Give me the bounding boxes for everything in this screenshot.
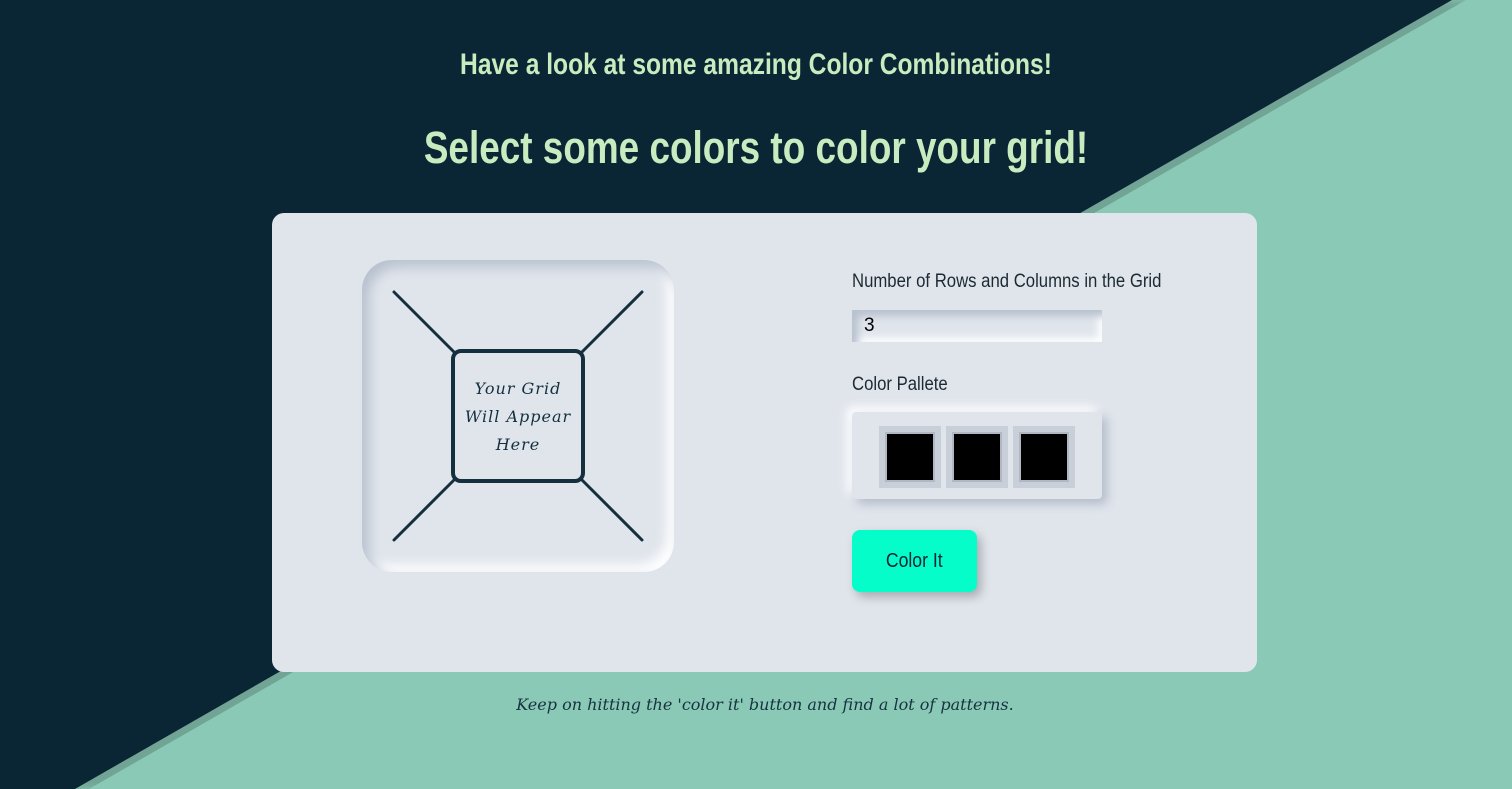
placeholder-line-3: Here bbox=[495, 435, 541, 454]
main-card: Your Grid Will Appear Here Number of Row… bbox=[272, 213, 1257, 672]
page-title: Select some colors to color your grid! bbox=[423, 122, 1089, 173]
footer-hint: Keep on hitting the 'color it' button an… bbox=[516, 695, 1014, 714]
color-swatch-1-fill[interactable] bbox=[885, 432, 935, 482]
color-palette-label: Color Pallete bbox=[852, 374, 948, 395]
color-swatch-3[interactable] bbox=[1013, 426, 1075, 488]
color-it-button[interactable]: Color It bbox=[852, 530, 977, 592]
color-swatch-2-fill[interactable] bbox=[952, 432, 1002, 482]
page-subtitle: Have a look at some amazing Color Combin… bbox=[460, 48, 1052, 81]
grid-preview-area: Your Grid Will Appear Here bbox=[362, 260, 674, 572]
color-swatch-2[interactable] bbox=[946, 426, 1008, 488]
grid-placeholder-text: Your Grid Will Appear Here bbox=[454, 375, 582, 459]
placeholder-line-1: Your Grid bbox=[474, 379, 562, 398]
color-swatch-3-fill[interactable] bbox=[1019, 432, 1069, 482]
color-it-label: Color It bbox=[886, 549, 943, 572]
placeholder-line-2: Will Appear bbox=[464, 407, 572, 426]
rows-columns-label: Number of Rows and Columns in the Grid bbox=[852, 271, 1162, 292]
color-swatch-1[interactable] bbox=[879, 426, 941, 488]
rows-columns-input[interactable] bbox=[852, 310, 1102, 342]
color-palette bbox=[852, 412, 1102, 499]
